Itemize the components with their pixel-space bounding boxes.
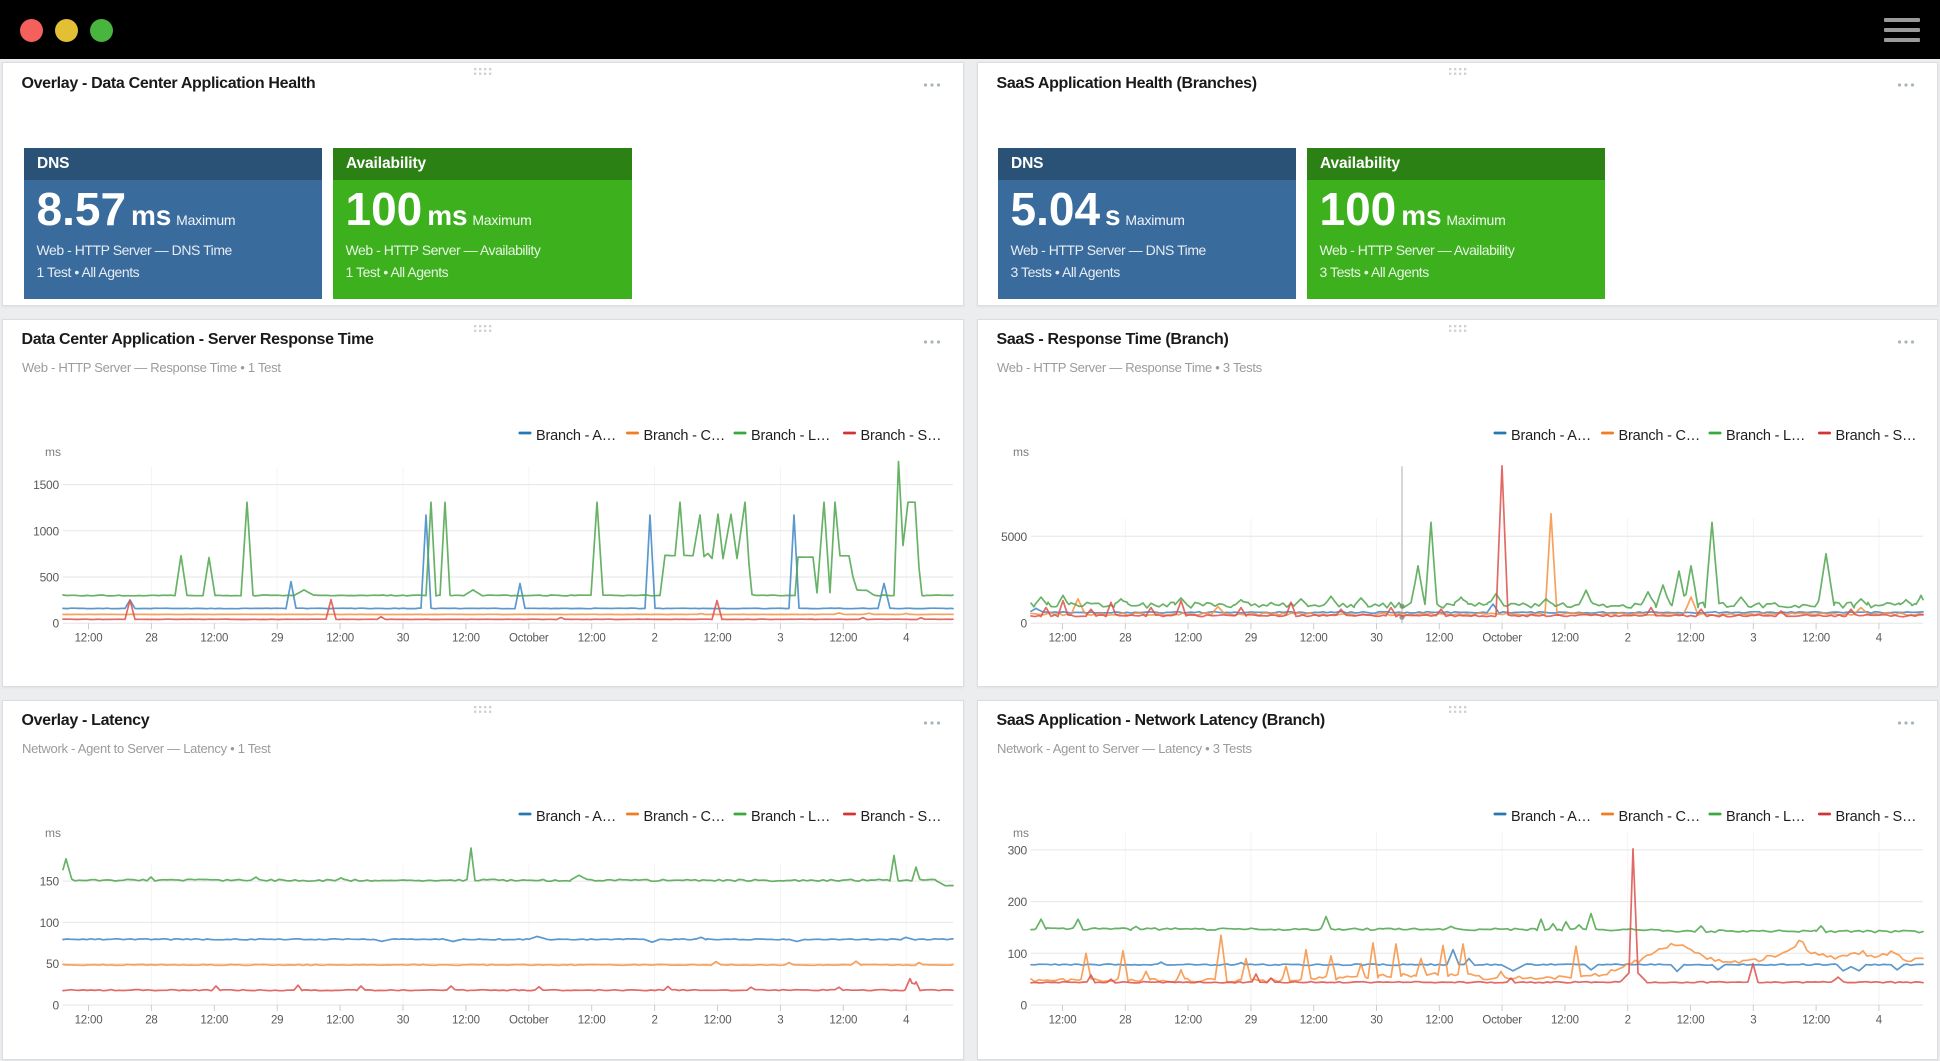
svg-text:28: 28: [1119, 1015, 1131, 1027]
svg-text:4: 4: [903, 1015, 910, 1027]
svg-text:3: 3: [1750, 633, 1756, 645]
svg-text:2: 2: [651, 633, 657, 645]
svg-text:12:00: 12:00: [1677, 1015, 1705, 1027]
svg-text:100: 100: [40, 916, 60, 930]
svg-text:12:00: 12:00: [1300, 1015, 1328, 1027]
svg-text:28: 28: [145, 633, 157, 645]
svg-text:12:00: 12:00: [452, 633, 480, 645]
svg-text:4: 4: [903, 633, 910, 645]
svg-text:Branch - S…: Branch - S…: [861, 428, 942, 444]
svg-text:12:00: 12:00: [578, 633, 606, 645]
svg-text:October: October: [1482, 1015, 1522, 1027]
svg-text:3: 3: [1750, 1015, 1756, 1027]
svg-text:12:00: 12:00: [1551, 1015, 1579, 1027]
svg-text:12:00: 12:00: [1049, 1015, 1077, 1027]
svg-text:12:00: 12:00: [75, 1015, 103, 1027]
svg-text:2: 2: [651, 1015, 657, 1027]
svg-text:30: 30: [397, 1015, 409, 1027]
svg-text:500: 500: [40, 571, 60, 585]
svg-text:12:00: 12:00: [1677, 633, 1705, 645]
svg-text:Branch - C…: Branch - C…: [644, 809, 726, 825]
svg-text:Branch - C…: Branch - C…: [1619, 809, 1701, 825]
svg-text:2: 2: [1625, 633, 1631, 645]
svg-text:12:00: 12:00: [578, 1015, 606, 1027]
svg-text:Branch - L…: Branch - L…: [1726, 809, 1805, 825]
svg-text:200: 200: [1008, 895, 1028, 909]
svg-text:12:00: 12:00: [1049, 633, 1077, 645]
svg-text:12:00: 12:00: [704, 1015, 732, 1027]
svg-text:12:00: 12:00: [200, 633, 228, 645]
svg-text:12:00: 12:00: [1802, 1015, 1830, 1027]
svg-text:29: 29: [1245, 633, 1257, 645]
svg-text:Branch - C…: Branch - C…: [1619, 428, 1701, 444]
svg-text:29: 29: [1245, 1015, 1257, 1027]
svg-text:Branch - A…: Branch - A…: [1511, 428, 1591, 444]
svg-text:28: 28: [1119, 633, 1131, 645]
svg-text:0: 0: [53, 617, 60, 631]
svg-text:5000: 5000: [1001, 530, 1027, 544]
svg-text:12:00: 12:00: [1802, 633, 1830, 645]
svg-text:Branch - C…: Branch - C…: [644, 428, 726, 444]
svg-text:1500: 1500: [33, 478, 59, 492]
svg-text:ms: ms: [45, 445, 61, 459]
svg-text:28: 28: [145, 1015, 157, 1027]
svg-text:1000: 1000: [33, 524, 59, 538]
svg-text:Branch - L…: Branch - L…: [751, 428, 830, 444]
svg-text:29: 29: [271, 633, 283, 645]
svg-text:Branch - S…: Branch - S…: [1836, 809, 1917, 825]
svg-text:October: October: [509, 633, 549, 645]
svg-text:0: 0: [1021, 617, 1028, 631]
svg-text:12:00: 12:00: [326, 633, 354, 645]
svg-text:Branch - A…: Branch - A…: [536, 809, 616, 825]
svg-text:50: 50: [46, 957, 59, 971]
svg-text:Branch - A…: Branch - A…: [536, 428, 616, 444]
svg-text:12:00: 12:00: [1300, 633, 1328, 645]
svg-text:12:00: 12:00: [704, 633, 732, 645]
svg-text:3: 3: [777, 1015, 783, 1027]
svg-text:Branch - A…: Branch - A…: [1511, 809, 1591, 825]
svg-text:30: 30: [1370, 633, 1382, 645]
svg-text:300: 300: [1008, 843, 1028, 857]
svg-text:ms: ms: [45, 826, 61, 840]
svg-text:October: October: [1482, 633, 1522, 645]
svg-text:30: 30: [1370, 1015, 1382, 1027]
svg-text:12:00: 12:00: [1551, 633, 1579, 645]
svg-text:2: 2: [1625, 1015, 1631, 1027]
svg-text:4: 4: [1876, 1015, 1883, 1027]
svg-text:12:00: 12:00: [829, 1015, 857, 1027]
svg-text:12:00: 12:00: [1174, 633, 1202, 645]
svg-text:Branch - L…: Branch - L…: [1726, 428, 1805, 444]
svg-text:0: 0: [53, 999, 60, 1013]
svg-text:12:00: 12:00: [75, 633, 103, 645]
svg-text:12:00: 12:00: [200, 1015, 228, 1027]
svg-text:12:00: 12:00: [1425, 1015, 1453, 1027]
svg-text:0: 0: [1021, 999, 1028, 1013]
svg-text:150: 150: [40, 875, 60, 889]
svg-text:12:00: 12:00: [452, 1015, 480, 1027]
svg-text:ms: ms: [1013, 445, 1029, 459]
svg-text:4: 4: [1876, 633, 1883, 645]
svg-text:29: 29: [271, 1015, 283, 1027]
svg-text:ms: ms: [1013, 826, 1029, 840]
svg-text:October: October: [509, 1015, 549, 1027]
svg-text:3: 3: [777, 633, 783, 645]
svg-text:Branch - S…: Branch - S…: [861, 809, 942, 825]
svg-text:30: 30: [397, 633, 409, 645]
svg-text:100: 100: [1008, 947, 1028, 961]
svg-text:12:00: 12:00: [326, 1015, 354, 1027]
svg-text:Branch - S…: Branch - S…: [1836, 428, 1917, 444]
svg-text:12:00: 12:00: [829, 633, 857, 645]
svg-text:12:00: 12:00: [1174, 1015, 1202, 1027]
svg-text:Branch - L…: Branch - L…: [751, 809, 830, 825]
svg-text:12:00: 12:00: [1425, 633, 1453, 645]
